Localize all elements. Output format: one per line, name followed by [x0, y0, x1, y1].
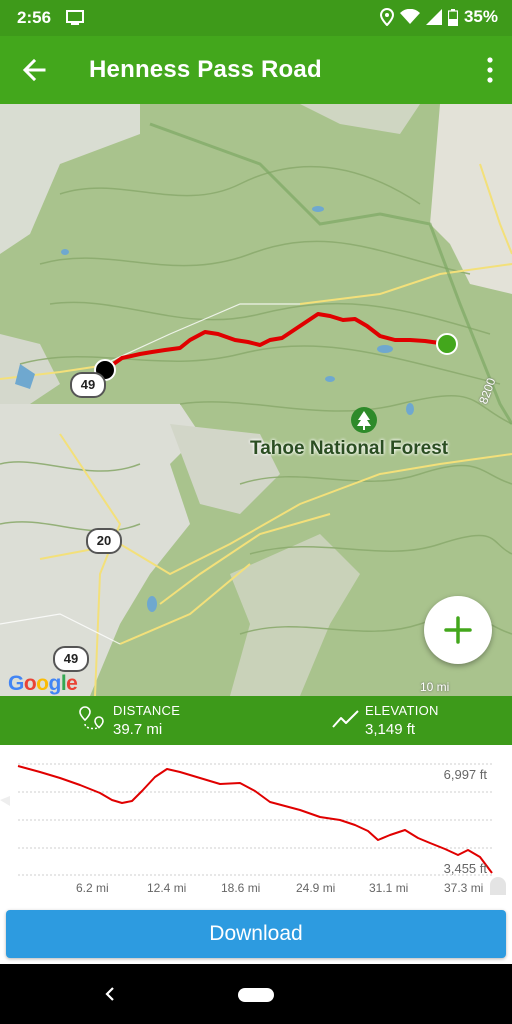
google-logo: Google [8, 672, 78, 695]
back-arrow-icon[interactable] [18, 54, 50, 86]
nav-back-icon[interactable] [103, 986, 117, 1002]
elevation-icon [332, 710, 359, 728]
elevation-stat: ELEVATION 3,149 ft [365, 703, 439, 738]
elevation-profile[interactable]: 6,997 ft 3,455 ft 6.2 mi 12.4 mi 18.6 mi… [0, 745, 512, 905]
status-time: 2:56 [17, 8, 52, 27]
route-shield: 49 [53, 646, 89, 672]
status-right: 35% [379, 7, 498, 27]
plus-icon [444, 616, 472, 644]
tree-icon [351, 407, 377, 433]
distance-icon [79, 706, 104, 730]
zoom-in-button[interactable] [424, 596, 492, 664]
wifi-icon [399, 9, 420, 24]
download-button[interactable]: Download [6, 910, 506, 958]
distance-label: DISTANCE [113, 703, 181, 718]
home-button[interactable] [238, 988, 274, 1002]
route-shield: 49 [70, 372, 106, 398]
system-nav-bar [0, 964, 512, 1024]
x-tick-label: 6.2 mi [76, 881, 109, 895]
min-elevation-label: 3,455 ft [443, 861, 487, 876]
region-label: Tahoe National Forest [250, 438, 449, 459]
x-tick-label: 24.9 mi [296, 881, 336, 895]
route-shield: 20 [86, 528, 122, 554]
more-options-icon[interactable] [484, 56, 496, 84]
location-icon [379, 8, 394, 26]
battery-percent: 35% [463, 7, 498, 26]
x-tick-label: 37.3 mi [444, 881, 484, 895]
x-tick-label: 18.6 mi [221, 881, 261, 895]
distance-stat: DISTANCE 39.7 mi [113, 703, 180, 738]
elevation-value: 3,149 ft [365, 721, 416, 738]
screen-cast-icon [66, 10, 84, 25]
distance-value: 39.7 mi [113, 721, 163, 738]
stats-bar: DISTANCE 39.7 mi ELEVATION 3,149 ft [0, 696, 512, 745]
page-title: Henness Pass Road [89, 56, 322, 83]
app-bar: Henness Pass Road [0, 36, 512, 104]
signal-icon [425, 9, 442, 25]
status-bar: 2:56 35% [0, 0, 512, 36]
x-tick-label: 31.1 mi [369, 881, 409, 895]
max-elevation-label: 6,997 ft [443, 767, 487, 782]
map-scale: 10 mi [420, 680, 450, 694]
battery-icon [447, 8, 458, 26]
x-tick-label: 12.4 mi [147, 881, 187, 895]
elevation-label: ELEVATION [365, 703, 439, 718]
